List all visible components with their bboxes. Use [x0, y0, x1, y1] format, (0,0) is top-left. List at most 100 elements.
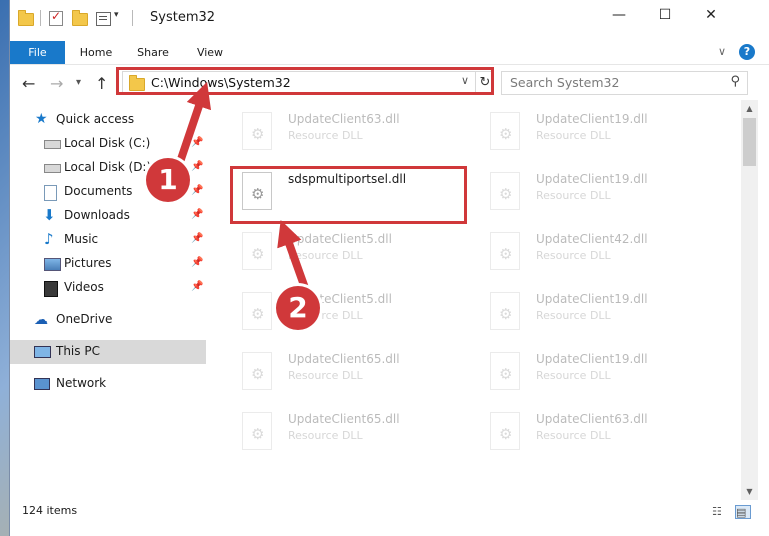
music-icon: ♪ [44, 230, 54, 248]
file-name: UpdateClient19.dll [536, 352, 648, 366]
window-title: System32 [150, 10, 216, 25]
file-tile[interactable]: UpdateClient65.dll Resource DLL [230, 344, 470, 400]
new-folder-icon[interactable] [72, 10, 88, 26]
expand-ribbon-icon[interactable]: ∨ [718, 45, 726, 58]
file-highlight-box [230, 166, 467, 224]
step-2-badge: 2 [276, 286, 320, 330]
maximize-button[interactable]: ☐ [642, 0, 688, 30]
network-icon [34, 378, 50, 390]
file-tile[interactable]: UpdateClient65.dll Resource DLL [230, 404, 470, 460]
sidebar-item-pictures[interactable]: Pictures 📌 [10, 252, 206, 276]
sidebar-item-label: Music [64, 232, 99, 246]
sidebar-item-label: Local Disk (D:) [64, 160, 152, 174]
sidebar-item-this-pc[interactable]: This PC [10, 340, 206, 364]
forward-button[interactable]: → [50, 74, 63, 93]
pin-icon[interactable]: 📌 [191, 161, 203, 172]
file-tile[interactable]: UpdateClient19.dll Resource DLL [478, 284, 718, 340]
file-tile[interactable]: UpdateClient42.dll Resource DLL [478, 224, 718, 280]
sidebar-item-downloads[interactable]: ⬇ Downloads 📌 [10, 204, 206, 228]
file-type: Resource DLL [536, 249, 611, 262]
file-name: UpdateClient63.dll [288, 112, 400, 126]
file-tile[interactable]: UpdateClient19.dll Resource DLL [478, 104, 718, 160]
sidebar-item-onedrive[interactable]: ☁ OneDrive [10, 308, 206, 332]
sidebar-item-videos[interactable]: Videos 📌 [10, 276, 206, 300]
minimize-button[interactable]: — [596, 0, 642, 30]
explorer-window: ▾ System32 — ☐ ✕ File Home Share View ∨ … [10, 0, 769, 536]
pin-icon[interactable]: 📌 [191, 209, 203, 220]
details-view-icon[interactable]: ☷ [712, 505, 726, 518]
file-type: Resource DLL [536, 429, 611, 442]
file-type: Resource DLL [288, 429, 363, 442]
tab-home[interactable]: Home [71, 41, 121, 64]
file-name: UpdateClient19.dll [536, 172, 648, 186]
pin-icon[interactable]: 📌 [191, 257, 203, 268]
file-name: UpdateClient19.dll [536, 112, 648, 126]
file-type: Resource DLL [536, 309, 611, 322]
tab-share[interactable]: Share [128, 41, 178, 64]
sidebar-item-label: Documents [64, 184, 133, 198]
back-button[interactable]: ← [22, 74, 35, 93]
vertical-scrollbar[interactable]: ▲ ▼ [741, 100, 758, 500]
file-tile[interactable]: UpdateClient63.dll Resource DLL [230, 104, 470, 160]
tiles-view-icon[interactable]: ▤ [735, 505, 751, 519]
pin-icon[interactable]: 📌 [191, 137, 203, 148]
customize-toolbar-icon[interactable]: ▾ [114, 10, 119, 20]
scroll-thumb[interactable] [743, 118, 756, 166]
folder-icon [18, 10, 34, 26]
search-input[interactable]: Search System32 [510, 75, 619, 90]
sidebar-item-label: This PC [56, 344, 100, 358]
search-box[interactable]: Search System32 ⚲ [501, 71, 748, 95]
sidebar-item-local-disk-c[interactable]: Local Disk (C:) 📌 [10, 132, 206, 156]
dll-file-icon [242, 352, 272, 390]
dll-file-icon [490, 412, 520, 450]
title-divider [132, 10, 133, 26]
pin-icon[interactable]: 📌 [191, 281, 203, 292]
properties-check-icon[interactable] [48, 9, 64, 26]
file-tile[interactable]: UpdateClient5.dll Resource DLL [230, 284, 470, 340]
sidebar-item-quick-access[interactable]: ★ Quick access [10, 108, 206, 132]
up-button[interactable]: ↑ [95, 74, 108, 93]
file-name: UpdateClient5.dll [288, 232, 392, 246]
sidebar-item-label: OneDrive [56, 312, 113, 326]
file-name: UpdateClient65.dll [288, 352, 400, 366]
status-bar: 124 items ☷ ▤ [10, 500, 769, 524]
file-tile[interactable]: UpdateClient5.dll Resource DLL [230, 224, 470, 280]
file-tile[interactable]: UpdateClient19.dll Resource DLL [478, 344, 718, 400]
file-tile[interactable]: UpdateClient19.dll Resource DLL [478, 164, 718, 220]
file-name: UpdateClient65.dll [288, 412, 400, 426]
title-bar: ▾ System32 — ☐ ✕ [10, 0, 769, 36]
scroll-down-icon[interactable]: ▼ [741, 483, 758, 500]
properties-icon[interactable] [96, 10, 112, 26]
drive-icon [44, 140, 61, 149]
dll-file-icon [490, 232, 520, 270]
pin-icon[interactable]: 📌 [191, 185, 203, 196]
dll-file-icon [490, 352, 520, 390]
sidebar-item-label: Videos [64, 280, 104, 294]
download-icon: ⬇ [43, 206, 56, 224]
tab-view[interactable]: View [185, 41, 235, 64]
file-tile[interactable]: UpdateClient63.dll Resource DLL [478, 404, 718, 460]
pin-icon[interactable]: 📌 [191, 233, 203, 244]
dll-file-icon [242, 292, 272, 330]
sidebar-item-network[interactable]: Network [10, 372, 206, 396]
dll-file-icon [490, 112, 520, 150]
file-name: UpdateClient42.dll [536, 232, 648, 246]
file-type: Resource DLL [536, 189, 611, 202]
ribbon-tabs: File Home Share View ∨ ? [10, 41, 769, 65]
dll-file-icon [490, 172, 520, 210]
tab-file[interactable]: File [10, 41, 65, 64]
videos-icon [44, 281, 58, 297]
file-type: Resource DLL [288, 249, 363, 262]
recent-locations-icon[interactable]: ▾ [76, 77, 81, 88]
file-type: Resource DLL [288, 129, 363, 142]
search-icon[interactable]: ⚲ [730, 74, 740, 89]
sidebar-item-music[interactable]: ♪ Music 📌 [10, 228, 206, 252]
scroll-up-icon[interactable]: ▲ [741, 100, 758, 117]
close-button[interactable]: ✕ [688, 0, 734, 30]
help-icon[interactable]: ? [739, 44, 755, 60]
dll-file-icon [242, 412, 272, 450]
toolbar-divider [40, 10, 41, 26]
step-1-badge: 1 [146, 158, 190, 202]
sidebar-item-label: Quick access [56, 112, 135, 126]
file-type: Resource DLL [288, 369, 363, 382]
